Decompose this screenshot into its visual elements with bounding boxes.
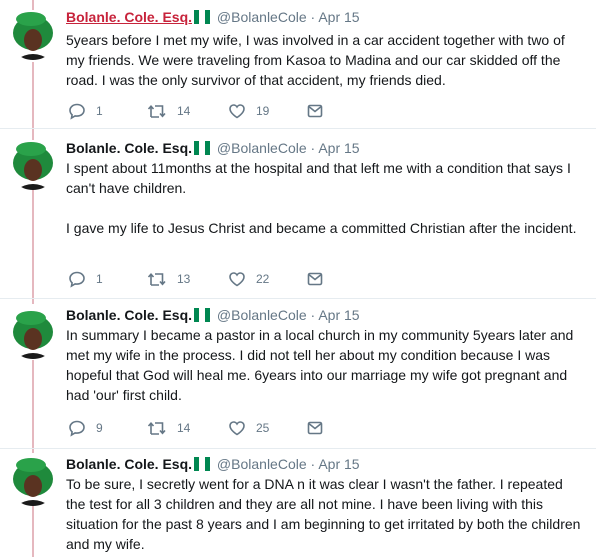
nigeria-flag-icon xyxy=(194,141,210,155)
avatar[interactable] xyxy=(8,10,58,60)
reply-count: 1 xyxy=(96,272,103,286)
retweet-count: 14 xyxy=(177,104,191,118)
avatar[interactable] xyxy=(8,309,58,359)
like-icon xyxy=(229,421,245,436)
tweet[interactable]: Bolanle. Cole. Esq. @BolanleCole · Apr 1… xyxy=(0,299,596,449)
separator: · xyxy=(310,456,316,472)
reply-count: 1 xyxy=(96,104,103,118)
retweet-count: 13 xyxy=(177,272,191,286)
tweet-date[interactable]: Apr 15 xyxy=(318,456,359,472)
tweet[interactable]: Bolanle. Cole. Esq. @BolanleCole · Apr 1… xyxy=(0,0,596,129)
tweet-date[interactable]: Apr 15 xyxy=(318,307,359,323)
separator: · xyxy=(310,307,316,323)
message-icon xyxy=(307,272,323,286)
tweet-paragraph: 5years before I met my wife, I was invol… xyxy=(66,32,565,88)
retweet-icon xyxy=(147,104,166,118)
tweet[interactable]: Bolanle. Cole. Esq. @BolanleCole · Apr 1… xyxy=(0,129,596,299)
tweet-paragraph: In summary I became a pastor in a local … xyxy=(66,327,574,403)
retweet-icon xyxy=(147,272,166,286)
tweet-header: Bolanle. Cole. Esq. @BolanleCole · Apr 1… xyxy=(66,140,360,156)
nigeria-flag-icon xyxy=(194,10,210,24)
author-name[interactable]: Bolanle. Cole. Esq. xyxy=(66,307,192,323)
like-icon xyxy=(229,104,245,119)
tweet-header: Bolanle. Cole. Esq. @BolanleCole · Apr 1… xyxy=(66,307,360,323)
avatar[interactable] xyxy=(8,456,58,506)
avatar[interactable] xyxy=(8,140,58,190)
nigeria-flag-icon xyxy=(194,457,210,471)
like-button[interactable]: 19 xyxy=(228,102,269,120)
author-handle[interactable]: @BolanleCole xyxy=(217,456,307,472)
like-count: 22 xyxy=(256,272,270,286)
tweet-date[interactable]: Apr 15 xyxy=(318,140,359,156)
like-count: 19 xyxy=(256,104,270,118)
tweet-paragraph: To be sure, I secretly went for a DNA n … xyxy=(66,476,581,552)
author-handle[interactable]: @BolanleCole xyxy=(217,9,307,25)
reply-icon xyxy=(69,271,85,288)
author-name[interactable]: Bolanle. Cole. Esq. xyxy=(66,9,192,25)
retweet-button[interactable]: 14 xyxy=(147,102,190,120)
avatar-image xyxy=(8,456,58,506)
retweet-button[interactable]: 13 xyxy=(147,270,190,288)
reply-button[interactable]: 1 xyxy=(68,102,103,120)
author-handle[interactable]: @BolanleCole xyxy=(217,307,307,323)
reply-button[interactable]: 9 xyxy=(68,419,103,437)
message-button[interactable] xyxy=(306,102,324,120)
like-icon xyxy=(229,272,245,287)
author-name[interactable]: Bolanle. Cole. Esq. xyxy=(66,140,192,156)
reply-icon xyxy=(69,103,85,120)
avatar-image xyxy=(8,140,58,190)
nigeria-flag-icon xyxy=(194,308,210,322)
reply-button[interactable]: 1 xyxy=(68,270,103,288)
author-name[interactable]: Bolanle. Cole. Esq. xyxy=(66,456,192,472)
tweet-date[interactable]: Apr 15 xyxy=(318,9,359,25)
separator: · xyxy=(310,9,316,25)
reply-icon xyxy=(69,420,85,437)
retweet-icon xyxy=(147,421,166,435)
reply-count: 9 xyxy=(96,421,103,435)
retweet-button[interactable]: 14 xyxy=(147,419,190,437)
retweet-count: 14 xyxy=(177,421,191,435)
tweet-paragraph: I spent about 11months at the hospital a… xyxy=(66,160,571,196)
tweet-paragraph: I gave my life to Jesus Christ and becam… xyxy=(66,220,577,236)
author-handle[interactable]: @BolanleCole xyxy=(217,140,307,156)
like-button[interactable]: 25 xyxy=(228,419,269,437)
tweet-text: To be sure, I secretly went for a DNA n … xyxy=(66,474,586,554)
tweet-text: In summary I became a pastor in a local … xyxy=(66,325,586,405)
tweet-header: Bolanle. Cole. Esq. @BolanleCole · Apr 1… xyxy=(66,9,360,25)
tweet-actions: 1 14 19 xyxy=(66,102,366,120)
tweet-actions: 1 13 22 xyxy=(66,270,366,288)
tweet-text: I spent about 11months at the hospital a… xyxy=(66,158,586,238)
separator: · xyxy=(310,140,316,156)
tweet-text: 5years before I met my wife, I was invol… xyxy=(66,30,586,90)
avatar-image xyxy=(8,309,58,359)
tweet-thread: Bolanle. Cole. Esq. @BolanleCole · Apr 1… xyxy=(0,0,596,557)
tweet-actions: 9 14 25 xyxy=(66,419,366,437)
avatar-image xyxy=(8,10,58,60)
like-button[interactable]: 22 xyxy=(228,270,269,288)
message-button[interactable] xyxy=(306,270,324,288)
tweet[interactable]: Bolanle. Cole. Esq. @BolanleCole · Apr 1… xyxy=(0,449,596,557)
message-button[interactable] xyxy=(306,419,324,437)
like-count: 25 xyxy=(256,421,270,435)
message-icon xyxy=(307,421,323,435)
tweet-header: Bolanle. Cole. Esq. @BolanleCole · Apr 1… xyxy=(66,456,360,472)
message-icon xyxy=(307,104,323,118)
